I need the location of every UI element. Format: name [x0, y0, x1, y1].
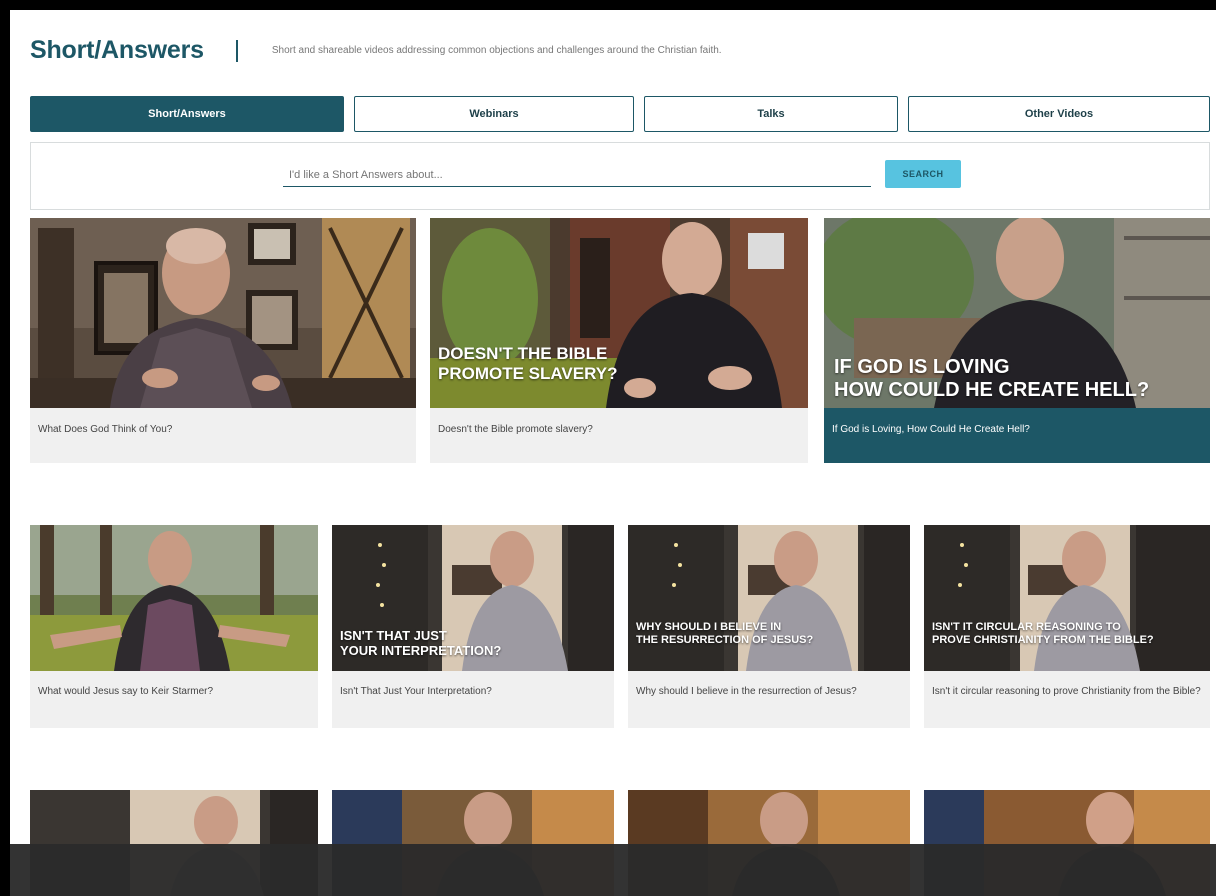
- thumbnail-title: ISN'T IT CIRCULAR REASONING TO PROVE CHR…: [932, 621, 1154, 646]
- video-caption[interactable]: Isn't it circular reasoning to prove Chr…: [932, 685, 1202, 698]
- search-input[interactable]: [283, 163, 871, 187]
- video-card[interactable]: DOESN'T THE BIBLE PROMOTE SLAVERY? Doesn…: [430, 218, 808, 463]
- video-card-highlighted[interactable]: IF GOD IS LOVING HOW COULD HE CREATE HEL…: [824, 218, 1210, 463]
- thumbnail-title: IF GOD IS LOVING HOW COULD HE CREATE HEL…: [834, 356, 1150, 401]
- thumbnail-title: DOESN'T THE BIBLE PROMOTE SLAVERY?: [438, 344, 618, 383]
- video-card[interactable]: ISN'T THAT JUST YOUR INTERPRETATION? Isn…: [332, 525, 614, 728]
- thumbnail-image: [924, 525, 1210, 671]
- video-thumbnail[interactable]: [30, 218, 416, 408]
- video-thumbnail[interactable]: ISN'T IT CIRCULAR REASONING TO PROVE CHR…: [924, 525, 1210, 671]
- brand-title[interactable]: Short/Answers: [30, 36, 204, 65]
- video-caption[interactable]: Isn't That Just Your Interpretation?: [340, 685, 606, 698]
- tab-talks[interactable]: Talks: [644, 96, 898, 132]
- video-caption[interactable]: If God is Loving, How Could He Create He…: [832, 423, 1202, 436]
- header: Short/Answers Short and shareable videos…: [30, 36, 722, 65]
- thumbnail-image: [30, 218, 416, 408]
- video-card[interactable]: ISN'T IT CIRCULAR REASONING TO PROVE CHR…: [924, 525, 1210, 728]
- video-card[interactable]: What Does God Think of You?: [30, 218, 416, 463]
- video-card[interactable]: WHY SHOULD I BELIEVE IN THE RESURRECTION…: [628, 525, 910, 728]
- video-caption[interactable]: What would Jesus say to Keir Starmer?: [38, 685, 310, 698]
- page: Short/Answers Short and shareable videos…: [10, 10, 1216, 896]
- video-caption[interactable]: Why should I believe in the resurrection…: [636, 685, 902, 698]
- tab-webinars[interactable]: Webinars: [354, 96, 634, 132]
- bottom-overlay-bar: [10, 844, 1216, 896]
- video-card[interactable]: What would Jesus say to Keir Starmer?: [30, 525, 318, 728]
- thumbnail-title: ISN'T THAT JUST YOUR INTERPRETATION?: [340, 628, 502, 658]
- video-thumbnail[interactable]: WHY SHOULD I BELIEVE IN THE RESURRECTION…: [628, 525, 910, 671]
- video-thumbnail[interactable]: DOESN'T THE BIBLE PROMOTE SLAVERY?: [430, 218, 808, 408]
- thumbnail-image: [628, 525, 910, 671]
- thumbnail-title: WHY SHOULD I BELIEVE IN THE RESURRECTION…: [636, 621, 814, 646]
- search-panel: SEARCH: [30, 142, 1210, 210]
- video-caption[interactable]: What Does God Think of You?: [38, 423, 408, 436]
- header-divider: [235, 39, 238, 62]
- video-caption[interactable]: Doesn't the Bible promote slavery?: [438, 423, 800, 436]
- search-button[interactable]: SEARCH: [885, 160, 961, 188]
- video-thumbnail[interactable]: IF GOD IS LOVING HOW COULD HE CREATE HEL…: [824, 218, 1210, 408]
- tagline: Short and shareable videos addressing co…: [271, 45, 722, 56]
- tab-short-answers[interactable]: Short/Answers: [30, 96, 344, 132]
- video-thumbnail[interactable]: ISN'T THAT JUST YOUR INTERPRETATION?: [332, 525, 614, 671]
- tab-other-videos[interactable]: Other Videos: [908, 96, 1210, 132]
- thumbnail-image: [30, 525, 318, 671]
- video-thumbnail[interactable]: [30, 525, 318, 671]
